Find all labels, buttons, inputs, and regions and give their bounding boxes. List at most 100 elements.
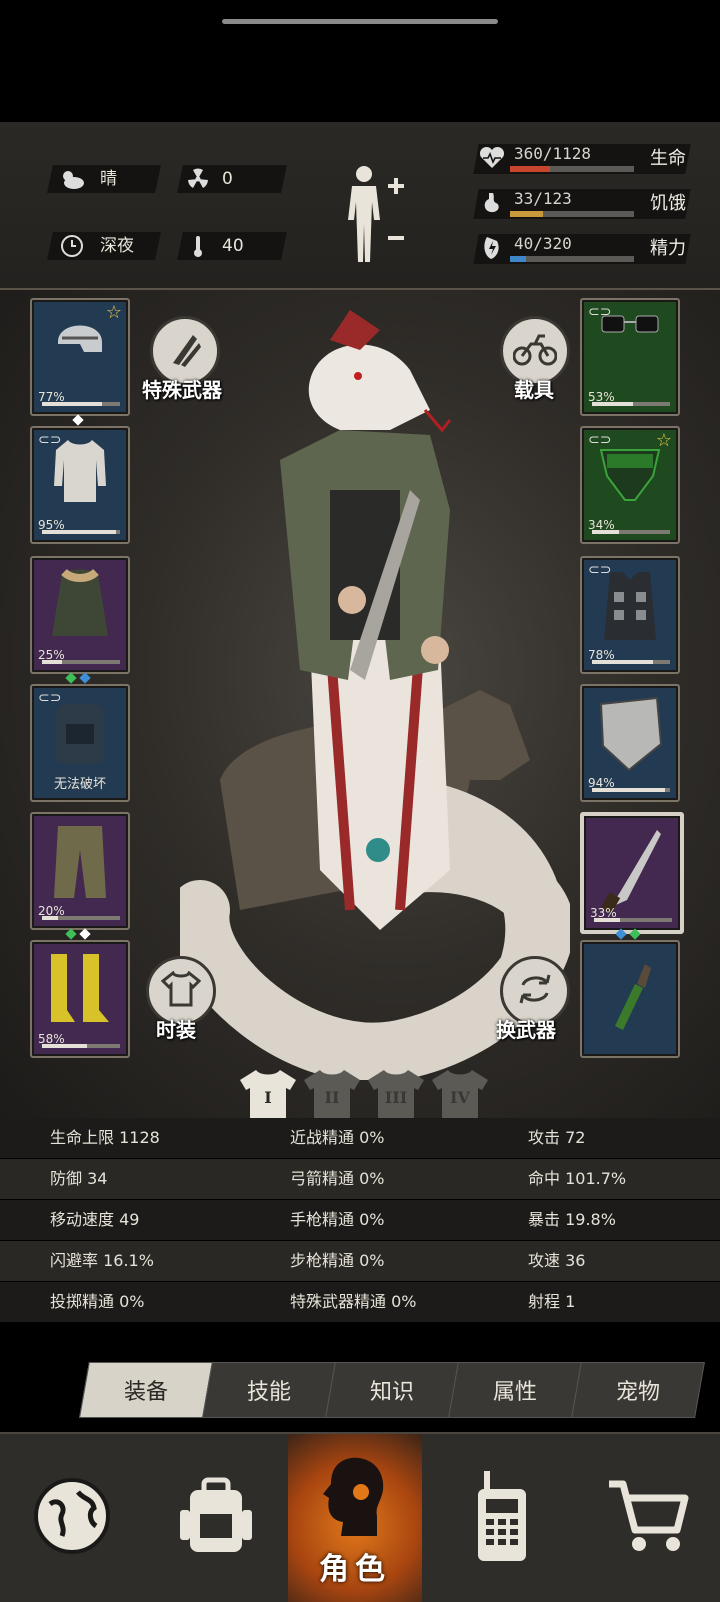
heart-pulse-icon — [478, 144, 506, 172]
health-label: 生命 — [650, 148, 686, 169]
outfit-label: 时装 — [156, 1018, 196, 1042]
nav-inventory-button[interactable] — [144, 1434, 288, 1602]
link-icon: ⊂⊃ — [588, 304, 612, 320]
tab-label: 装备 — [123, 1380, 168, 1405]
durability-percent: 94% — [588, 776, 615, 790]
swap-weapon-label: 换武器 — [496, 1018, 556, 1042]
tshirt-icon — [160, 970, 202, 1011]
fur-coat-icon — [32, 566, 128, 646]
stat-cell: 攻速 36 — [528, 1251, 586, 1270]
gem-icon — [65, 672, 77, 684]
equip-slot-molotov[interactable] — [580, 940, 680, 1058]
hunger-value: 33/123 — [514, 189, 572, 208]
outfit-tab-2[interactable]: II — [302, 1068, 362, 1120]
radiation-value: 0 — [222, 169, 233, 189]
vehicle-label: 载具 — [514, 378, 554, 402]
equip-slot-boots[interactable]: 58% — [30, 940, 130, 1058]
nav-shop-button[interactable] — [576, 1434, 720, 1602]
stomach-icon — [478, 189, 506, 217]
clock-icon — [58, 232, 86, 260]
equip-slot-fur-coat[interactable]: 25% — [30, 556, 130, 674]
status-panel: 晴 0 深夜 40 360/1128 生命 33/123 饥饿 40/320 精… — [0, 122, 720, 290]
energy-label: 精力 — [650, 238, 686, 259]
energy-icon — [478, 234, 506, 262]
radio-icon — [472, 1469, 532, 1567]
gem-icon — [65, 928, 77, 940]
weather-text: 晴 — [100, 169, 117, 189]
stat-cell: 投掷精通 0% — [50, 1292, 145, 1311]
nav-character-button[interactable]: 角色 — [288, 1434, 422, 1602]
stats-row: 移动速度 49 手枪精通 0% 暴击 19.8% — [0, 1200, 720, 1240]
special-weapon-label: 特殊武器 — [142, 378, 222, 402]
outfit-tab-4[interactable]: IV — [430, 1068, 490, 1120]
energy-value: 40/320 — [514, 234, 572, 253]
outfit-tab-3[interactable]: III — [366, 1068, 426, 1120]
durability-percent: 53% — [588, 390, 615, 404]
durability-percent: 77% — [38, 390, 65, 404]
stat-cell: 步枪精通 0% — [290, 1251, 385, 1270]
gem-icon — [615, 928, 627, 940]
tab-0[interactable]: 装备 — [79, 1362, 213, 1418]
body-status-button[interactable] — [344, 162, 414, 266]
equip-slot-shield[interactable]: 94% — [580, 684, 680, 802]
weather-sunny-cloud-icon — [58, 165, 86, 193]
outfit-tab-number: II — [324, 1088, 340, 1107]
nav-radio-button[interactable] — [430, 1434, 574, 1602]
hunger-bar-fill — [510, 211, 544, 217]
outfit-tab-number: III — [384, 1088, 408, 1107]
stats-row: 生命上限 1128 近战精通 0% 攻击 72 — [0, 1118, 720, 1158]
outfit-tab-1[interactable]: I — [238, 1068, 298, 1120]
stats-row: 闪避率 16.1% 步枪精通 0% 攻速 36 — [0, 1241, 720, 1281]
equip-slot-undershirt[interactable]: ⊂⊃ 95% — [30, 426, 130, 544]
tab-3[interactable]: 属性 — [448, 1362, 582, 1418]
equip-slot-machete[interactable]: 33% — [580, 812, 684, 934]
stat-cell: 移动速度 49 — [50, 1210, 140, 1229]
tab-2[interactable]: 知识 — [325, 1362, 459, 1418]
link-icon: ⊂⊃ — [38, 432, 62, 448]
equip-slot-glasses[interactable]: ⊂⊃ 53% — [580, 298, 680, 416]
stat-cell: 生命上限 1128 — [50, 1128, 160, 1147]
stats-row: 防御 34 弓箭精通 0% 命中 101.7% — [0, 1159, 720, 1199]
gem-icon — [79, 928, 91, 940]
gem-sockets — [64, 672, 92, 684]
energy-bar-fill — [510, 256, 526, 262]
stat-cell: 防御 34 — [50, 1169, 108, 1188]
durability-percent: 34% — [588, 518, 615, 532]
stat-cell: 闪避率 16.1% — [50, 1251, 154, 1270]
gem-icon — [629, 928, 641, 940]
equip-slot-gas-mask[interactable]: ⊂⊃ ☆ 34% — [580, 426, 680, 544]
gem-sockets — [64, 928, 92, 940]
stat-cell: 近战精通 0% — [290, 1128, 385, 1147]
boots-icon — [32, 950, 128, 1030]
nav-map-button[interactable] — [0, 1434, 144, 1602]
slot-label: 无法破坏 — [53, 777, 106, 792]
character-scene: ☆ 77% ⊂⊃ 95% 25% ⊂⊃ 无法破坏 20% 58% ⊂⊃ 53% ⊂⊃ ☆ 34% ⊂⊃ 78… — [0, 290, 720, 1140]
equip-slot-pants[interactable]: 20% — [30, 812, 130, 930]
durability-percent: 95% — [38, 518, 65, 532]
tab-label: 宠物 — [615, 1380, 660, 1405]
gem-sockets — [614, 928, 642, 940]
stat-cell: 特殊武器精通 0% — [290, 1292, 417, 1311]
molotov-icon — [582, 950, 678, 1030]
temperature-value: 40 — [222, 236, 244, 256]
star-icon: ☆ — [655, 430, 672, 451]
equip-slot-helmet[interactable]: ☆ 77% — [30, 298, 130, 416]
link-icon: ⊂⊃ — [38, 690, 62, 706]
stat-cell: 射程 1 — [528, 1292, 576, 1311]
durability-percent: 58% — [38, 1032, 65, 1046]
health-value: 360/1128 — [514, 144, 592, 163]
health-bar-fill — [510, 166, 550, 172]
stat-cell: 命中 101.7% — [528, 1169, 627, 1188]
gem-sockets — [71, 414, 85, 426]
link-icon: ⊂⊃ — [588, 562, 612, 578]
equip-slot-vest[interactable]: ⊂⊃ 78% — [580, 556, 680, 674]
cart-icon — [605, 1476, 691, 1560]
equip-slot-backpack[interactable]: ⊂⊃ 无法破坏 — [30, 684, 130, 802]
outfit-tab-number: IV — [450, 1088, 470, 1107]
thermometer-icon — [184, 232, 212, 260]
tab-4[interactable]: 宠物 — [571, 1362, 705, 1418]
gem-icon — [72, 414, 84, 426]
tab-1[interactable]: 技能 — [202, 1362, 336, 1418]
swap-arrows-icon — [515, 971, 555, 1011]
stats-row: 投掷精通 0% 特殊武器精通 0% 射程 1 — [0, 1282, 720, 1322]
